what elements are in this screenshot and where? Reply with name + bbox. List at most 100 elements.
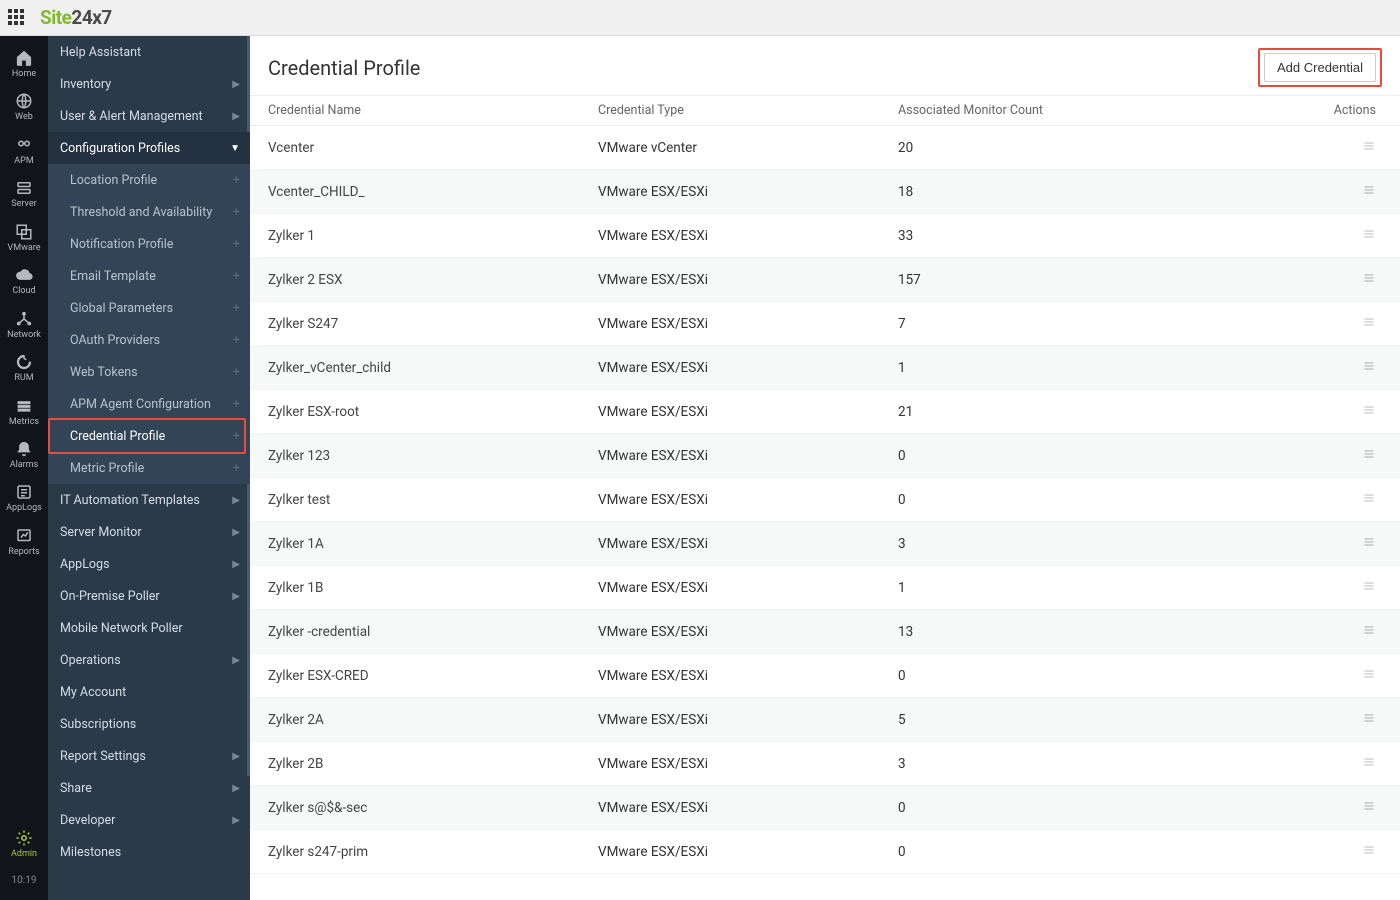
table-row[interactable]: Zylker testVMware ESX/ESXi0 xyxy=(250,478,1400,522)
row-actions-icon[interactable] xyxy=(1282,360,1382,376)
rail-item-metrics[interactable]: Metrics xyxy=(0,390,48,433)
rail-item-web[interactable]: Web xyxy=(0,85,48,128)
row-actions-icon[interactable] xyxy=(1282,316,1382,332)
sidebar-item-user-alert-management[interactable]: User & Alert Management▶ xyxy=(48,100,250,132)
apps-launcher-icon[interactable] xyxy=(8,9,26,27)
sidebar-item-configuration-profiles[interactable]: Configuration Profiles▼ xyxy=(48,132,250,164)
row-actions-icon[interactable] xyxy=(1282,712,1382,728)
cell-credential-type: VMware ESX/ESXi xyxy=(598,492,898,508)
chevron-right-icon: ▶ xyxy=(232,559,240,570)
row-actions-icon[interactable] xyxy=(1282,844,1382,860)
add-icon[interactable]: + xyxy=(233,237,240,252)
sidebar-item-subscriptions[interactable]: Subscriptions xyxy=(48,708,250,740)
table-row[interactable]: Zylker -credentialVMware ESX/ESXi13 xyxy=(250,610,1400,654)
cell-monitor-count: 0 xyxy=(898,844,1282,860)
sidebar-item-share[interactable]: Share▶ xyxy=(48,772,250,804)
sidebar-item-credential-profile[interactable]: Credential Profile+ xyxy=(48,420,250,452)
table-row[interactable]: Zylker 123VMware ESX/ESXi0 xyxy=(250,434,1400,478)
rail-item-admin[interactable]: Admin xyxy=(0,822,48,865)
rail-item-home[interactable]: Home xyxy=(0,42,48,85)
table-row[interactable]: Zylker 1VMware ESX/ESXi33 xyxy=(250,214,1400,258)
rail-item-network[interactable]: Network xyxy=(0,303,48,346)
rail-item-server[interactable]: Server xyxy=(0,172,48,215)
row-actions-icon[interactable] xyxy=(1282,272,1382,288)
row-actions-icon[interactable] xyxy=(1282,580,1382,596)
row-actions-icon[interactable] xyxy=(1282,756,1382,772)
table-row[interactable]: Zylker 1AVMware ESX/ESXi3 xyxy=(250,522,1400,566)
sidebar-item-apm-agent-configuration[interactable]: APM Agent Configuration+ xyxy=(48,388,250,420)
table-row[interactable]: Zylker 2AVMware ESX/ESXi5 xyxy=(250,698,1400,742)
add-icon[interactable]: + xyxy=(233,397,240,412)
sidebar-item-global-parameters[interactable]: Global Parameters+ xyxy=(48,292,250,324)
sidebar-item-applogs[interactable]: AppLogs▶ xyxy=(48,548,250,580)
add-icon[interactable]: + xyxy=(233,173,240,188)
table-row[interactable]: Zylker_vCenter_childVMware ESX/ESXi1 xyxy=(250,346,1400,390)
sidebar-item-help-assistant[interactable]: Help Assistant xyxy=(48,36,250,68)
rail-item-cloud[interactable]: Cloud xyxy=(0,259,48,302)
add-icon[interactable]: + xyxy=(233,333,240,348)
sidebar-item-label: Mobile Network Poller xyxy=(60,621,183,636)
row-actions-icon[interactable] xyxy=(1282,624,1382,640)
rail-item-vmware[interactable]: VMware xyxy=(0,216,48,259)
cell-credential-type: VMware ESX/ESXi xyxy=(598,404,898,420)
row-actions-icon[interactable] xyxy=(1282,228,1382,244)
add-icon[interactable]: + xyxy=(233,461,240,476)
sidebar-item-email-template[interactable]: Email Template + xyxy=(48,260,250,292)
sidebar-item-my-account[interactable]: My Account xyxy=(48,676,250,708)
row-actions-icon[interactable] xyxy=(1282,184,1382,200)
table-row[interactable]: Zylker ESX-rootVMware ESX/ESXi21 xyxy=(250,390,1400,434)
add-icon[interactable]: + xyxy=(233,365,240,380)
cell-credential-name: Zylker 2 ESX xyxy=(268,272,598,288)
sidebar-item-web-tokens[interactable]: Web Tokens+ xyxy=(48,356,250,388)
table-row[interactable]: Zylker s@$&-secVMware ESX/ESXi0 xyxy=(250,786,1400,830)
sidebar-item-notification-profile[interactable]: Notification Profile+ xyxy=(48,228,250,260)
row-actions-icon[interactable] xyxy=(1282,140,1382,156)
row-actions-icon[interactable] xyxy=(1282,668,1382,684)
row-actions-icon[interactable] xyxy=(1282,800,1382,816)
sidebar-item-milestones[interactable]: Milestones xyxy=(48,836,250,868)
table-row[interactable]: Zylker 1BVMware ESX/ESXi1 xyxy=(250,566,1400,610)
rail-item-rum[interactable]: RUM xyxy=(0,346,48,389)
sidebar-item-label: Operations xyxy=(60,653,121,668)
sidebar-item-on-premise-poller[interactable]: On-Premise Poller▶ xyxy=(48,580,250,612)
add-credential-button[interactable]: Add Credential xyxy=(1264,53,1376,82)
sidebar-item-server-monitor[interactable]: Server Monitor▶ xyxy=(48,516,250,548)
add-credential-highlight: Add Credential xyxy=(1258,48,1382,87)
sidebar-item-it-automation-templates[interactable]: IT Automation Templates▶ xyxy=(48,484,250,516)
row-actions-icon[interactable] xyxy=(1282,492,1382,508)
sidebar-item-location-profile[interactable]: Location Profile+ xyxy=(48,164,250,196)
add-icon[interactable]: + xyxy=(233,269,240,284)
row-actions-icon[interactable] xyxy=(1282,404,1382,420)
rail-item-alarms[interactable]: Alarms xyxy=(0,433,48,476)
row-actions-icon[interactable] xyxy=(1282,536,1382,552)
side-panel: Help AssistantInventory▶User & Alert Man… xyxy=(48,36,250,900)
sidebar-item-oauth-providers[interactable]: OAuth Providers+ xyxy=(48,324,250,356)
row-actions-icon[interactable] xyxy=(1282,448,1382,464)
sidebar-item-report-settings[interactable]: Report Settings▶ xyxy=(48,740,250,772)
apm-icon xyxy=(15,136,33,154)
table-row[interactable]: Zylker 2BVMware ESX/ESXi3 xyxy=(250,742,1400,786)
sidebar-item-threshold-and-availability[interactable]: Threshold and Availability+ xyxy=(48,196,250,228)
sidebar-item-label: IT Automation Templates xyxy=(60,493,200,508)
rail-item-applogs[interactable]: AppLogs xyxy=(0,476,48,519)
sidebar-item-metric-profile[interactable]: Metric Profile+ xyxy=(48,452,250,484)
table-row[interactable]: Zylker ESX-CREDVMware ESX/ESXi0 xyxy=(250,654,1400,698)
table-row[interactable]: Vcenter_CHILD_VMware ESX/ESXi18 xyxy=(250,170,1400,214)
rail-item-apm[interactable]: APM xyxy=(0,129,48,172)
sidebar-item-label: Email Template xyxy=(70,269,156,284)
chevron-right-icon: ▶ xyxy=(232,591,240,602)
rail-item-reports[interactable]: Reports xyxy=(0,520,48,563)
table-row[interactable]: Zylker S247VMware ESX/ESXi7 xyxy=(250,302,1400,346)
table-row[interactable]: Zylker 2 ESXVMware ESX/ESXi157 xyxy=(250,258,1400,302)
table-row[interactable]: Zylker s247-primVMware ESX/ESXi0 xyxy=(250,830,1400,874)
add-icon[interactable]: + xyxy=(233,429,240,444)
sidebar-item-inventory[interactable]: Inventory▶ xyxy=(48,68,250,100)
table-row[interactable]: VcenterVMware vCenter20 xyxy=(250,126,1400,170)
clock: 10:19 xyxy=(12,865,37,900)
add-icon[interactable]: + xyxy=(233,301,240,316)
col-actions: Actions xyxy=(1282,103,1382,118)
sidebar-item-operations[interactable]: Operations▶ xyxy=(48,644,250,676)
sidebar-item-developer[interactable]: Developer▶ xyxy=(48,804,250,836)
add-icon[interactable]: + xyxy=(233,205,240,220)
sidebar-item-mobile-network-poller[interactable]: Mobile Network Poller xyxy=(48,612,250,644)
